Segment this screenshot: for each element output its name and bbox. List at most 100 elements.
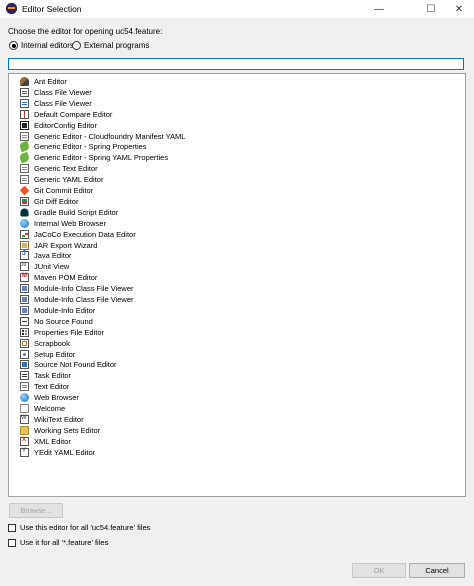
- maven-icon: [20, 273, 29, 283]
- no-source-icon: [20, 316, 29, 326]
- editor-list-item[interactable]: Maven POM Editor: [20, 272, 97, 283]
- welcome-icon: [20, 404, 29, 413]
- editor-list-item[interactable]: Generic Editor - Spring YAML Properties: [18, 152, 169, 164]
- junit-icon: [20, 262, 29, 272]
- editor-list-item[interactable]: JaCoCo Execution Data Editor: [20, 229, 136, 240]
- editor-list-item[interactable]: Welcome: [20, 403, 65, 414]
- editor-list-item[interactable]: Git Diff Editor: [20, 196, 78, 207]
- editor-list-item[interactable]: Java Editor: [20, 250, 72, 261]
- editor-list-item[interactable]: Module-Info Class File Viewer: [20, 283, 134, 294]
- maximize-button[interactable]: ☐: [416, 0, 446, 18]
- use-for-extension-checkbox-row[interactable]: Use it for all '*.feature' files: [8, 538, 108, 547]
- editor-list-item[interactable]: Setup Editor: [20, 349, 75, 360]
- editor-list-item[interactable]: EditorConfig Editor: [20, 120, 97, 131]
- text-document-icon: [20, 164, 29, 174]
- radio-unselected-icon[interactable]: [72, 41, 81, 50]
- class-file-icon: [20, 98, 29, 108]
- editor-list-item-label: WikiText Editor: [34, 414, 84, 424]
- minimize-button[interactable]: —: [364, 0, 394, 18]
- text-document-icon: [20, 382, 29, 392]
- ok-button[interactable]: OK: [352, 563, 406, 578]
- editor-list-item[interactable]: JUnit View: [20, 261, 69, 272]
- editor-list-item[interactable]: Generic Text Editor: [20, 163, 98, 174]
- editor-list-item-label: Maven POM Editor: [34, 273, 98, 283]
- editor-list-item[interactable]: Properties File Editor: [20, 327, 104, 338]
- editor-list-item-label: Web Browser: [34, 393, 79, 403]
- compare-icon: [20, 109, 29, 119]
- text-document-icon: [20, 131, 29, 141]
- editor-list-item[interactable]: Working Sets Editor: [20, 425, 100, 436]
- editor-list-item[interactable]: Ant Editor: [20, 76, 67, 87]
- editorconfig-icon: [20, 120, 29, 130]
- editor-list-item-label: Ant Editor: [34, 77, 67, 86]
- editor-list-item[interactable]: Class File Viewer: [20, 98, 92, 109]
- filter-input-box[interactable]: [8, 58, 464, 70]
- external-programs-radio[interactable]: External programs: [72, 41, 149, 50]
- use-for-extension-label: Use it for all '*.feature' files: [20, 538, 109, 547]
- use-for-extension-checkbox[interactable]: [8, 538, 16, 547]
- editor-list-item[interactable]: Text Editor: [20, 381, 69, 392]
- editor-list-item-label: JAR Export Wizard: [34, 240, 98, 250]
- editor-list-item-label: Class File Viewer: [34, 87, 92, 97]
- prompt-label: Choose the editor for opening uc54.featu…: [8, 27, 163, 36]
- editor-list[interactable]: Ant Editor Class File Viewer Class File Vi…: [8, 73, 466, 497]
- use-editor-for-file-checkbox[interactable]: [8, 523, 16, 532]
- editor-list-item[interactable]: Internal Web Browser: [20, 218, 106, 229]
- editor-list-item[interactable]: JAR Export Wizard: [20, 240, 97, 251]
- class-file-icon: [20, 87, 29, 97]
- editor-list-item[interactable]: Generic Editor - Spring Properties: [18, 141, 147, 153]
- editor-list-item-label: Generic Editor - Cloudfoundry Manifest Y…: [34, 131, 186, 141]
- editor-list-item-label: Scrapbook: [34, 338, 70, 348]
- editor-list-item[interactable]: Class File Viewer: [20, 87, 92, 98]
- source-not-found-icon: [20, 360, 29, 370]
- editor-list-item[interactable]: WikiText Editor: [20, 414, 84, 425]
- editor-list-item-label: Working Sets Editor: [34, 425, 101, 435]
- editor-list-item-label: JaCoCo Execution Data Editor: [34, 229, 136, 239]
- use-editor-for-file-checkbox-row[interactable]: Use this editor for all 'uc54.feature' f…: [8, 523, 150, 532]
- filter-input[interactable]: [9, 59, 463, 69]
- editor-list-item-label: Generic Text Editor: [34, 164, 98, 174]
- editor-list-item-label: Module-Info Editor: [34, 305, 96, 315]
- editor-list-item[interactable]: Default Compare Editor: [20, 109, 112, 120]
- editor-list-item[interactable]: YEdit YAML Editor: [20, 447, 95, 458]
- java-icon: [20, 250, 29, 261]
- editor-list-item-label: Class File Viewer: [34, 98, 92, 108]
- editor-list-item[interactable]: No Source Found: [20, 316, 93, 327]
- jacoco-icon: [20, 229, 29, 239]
- radio-selected-icon[interactable]: [9, 41, 18, 50]
- editor-list-item[interactable]: Source Not Found Editor: [20, 359, 117, 370]
- eclipse-logo-icon: [6, 3, 17, 14]
- editor-list-item[interactable]: Scrapbook: [20, 338, 70, 349]
- text-document-icon: [20, 175, 29, 185]
- close-button[interactable]: ✕: [444, 0, 474, 18]
- title-bar: Editor Selection — ☐ ✕: [0, 0, 474, 18]
- editor-list-item[interactable]: Generic Editor - Cloudfoundry Manifest Y…: [20, 131, 185, 142]
- editor-list-item[interactable]: Generic YAML Editor: [20, 174, 103, 185]
- editor-list-item-label: Generic YAML Editor: [34, 175, 104, 185]
- browse-button[interactable]: Browse...: [9, 503, 63, 518]
- window-title: Editor Selection: [22, 4, 82, 14]
- editor-list-item-label: Task Editor: [34, 371, 72, 381]
- scrapbook-icon: [20, 338, 29, 348]
- editor-list-item-label: Internal Web Browser: [34, 218, 106, 228]
- module-icon: [20, 295, 29, 304]
- editor-list-item[interactable]: Gradle Build Script Editor: [20, 207, 118, 218]
- editor-list-item[interactable]: Module-Info Class File Viewer: [20, 294, 134, 305]
- editor-list-item-label: No Source Found: [34, 316, 93, 326]
- editor-list-item[interactable]: Task Editor: [20, 370, 71, 381]
- editor-list-item-label: Generic Editor - Spring YAML Properties: [34, 153, 169, 163]
- folder-icon: [20, 425, 29, 435]
- editor-list-item-label: Gradle Build Script Editor: [34, 207, 119, 217]
- internal-editors-radio[interactable]: Internal editors: [9, 41, 74, 50]
- editor-list-item[interactable]: XML Editor: [20, 436, 71, 447]
- editor-list-item[interactable]: Module-Info Editor: [20, 305, 95, 316]
- cancel-button[interactable]: Cancel: [409, 563, 465, 578]
- editor-list-item-label: EditorConfig Editor: [34, 120, 97, 130]
- external-programs-label: External programs: [84, 41, 150, 50]
- editor-list-item[interactable]: Git Commit Editor: [19, 185, 94, 196]
- editor-list-item[interactable]: Web Browser: [20, 392, 79, 403]
- internal-editors-label: Internal editors: [21, 41, 74, 50]
- editor-list-item-label: JUnit View: [34, 262, 70, 272]
- editor-list-item-label: Git Commit Editor: [34, 186, 94, 195]
- editor-list-item-label: Default Compare Editor: [34, 109, 113, 119]
